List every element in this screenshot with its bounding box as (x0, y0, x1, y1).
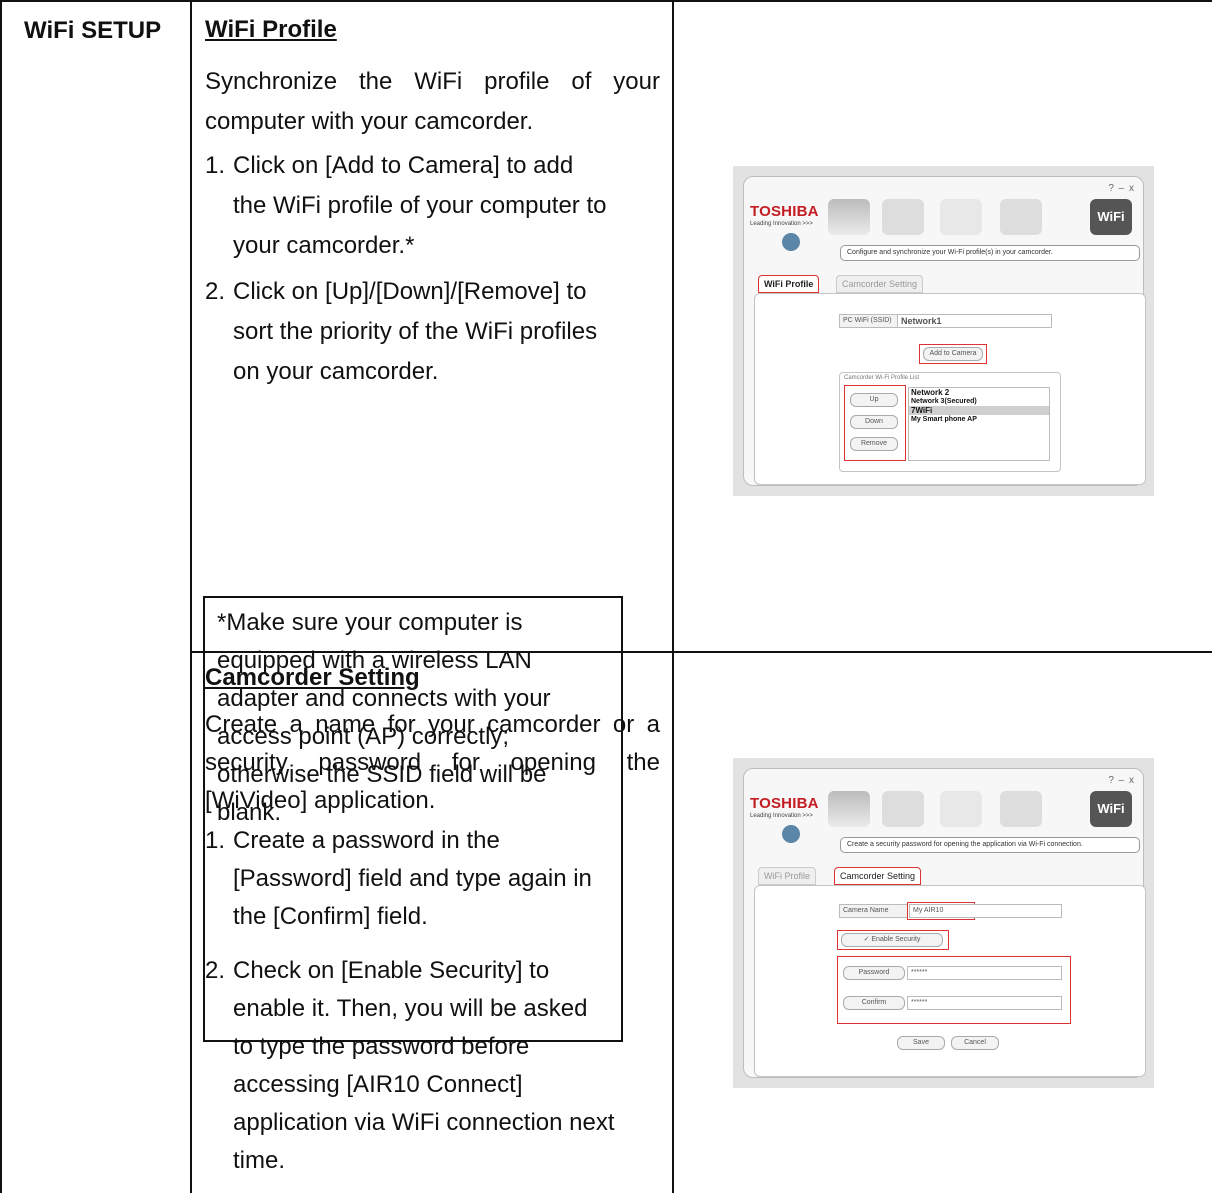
brand-logo: TOSHIBA (750, 795, 819, 812)
confirm-input[interactable]: ****** (907, 996, 1062, 1010)
account-setup-icon[interactable] (1000, 199, 1042, 235)
tab-wifi-profile[interactable]: WiFi Profile (758, 275, 820, 293)
step-line: Check on [Enable Security] to (233, 957, 550, 984)
column-divider-1 (190, 0, 192, 1193)
step-2-camcorder-setting: 2. Check on [Enable Security] to enable i… (205, 952, 615, 1180)
step-line: Click on [Up]/[Down]/[Remove] to (233, 278, 587, 305)
password-label: Password (843, 966, 905, 980)
step-line: Create a password in the (233, 827, 500, 854)
note-line: *Make sure your computer is (217, 609, 523, 636)
enable-security-checkbox[interactable]: ✓ Enable Security (841, 933, 943, 947)
wifi-setup-icon[interactable]: WiFi (1090, 199, 1132, 235)
step-line: accessing [AIR10 Connect] (233, 1071, 523, 1098)
brand-logo: TOSHIBA (750, 203, 819, 220)
password-input[interactable]: ****** (907, 966, 1062, 980)
confirm-label: Confirm (843, 996, 905, 1010)
edit-icon[interactable] (882, 791, 924, 827)
camcorder-setting-screenshot: ? – x TOSHIBA Leading Innovation >>> WiF… (733, 758, 1154, 1088)
step-line: Click on [Add to Camera] to add (233, 152, 574, 179)
brand-tagline: Leading Innovation >>> (750, 221, 813, 227)
account-setup-icon[interactable] (1000, 791, 1042, 827)
window-controls: ? – x (1108, 775, 1135, 786)
pc-ssid-label: PC WiFi (SSID) (839, 314, 900, 328)
remove-button[interactable]: Remove (850, 437, 898, 451)
profile-item-selected[interactable]: 7WiFi (909, 406, 1049, 415)
table-top-border (0, 0, 1212, 2)
camera-name-input[interactable]: My AIR10 (909, 904, 1062, 918)
step-line: time. (233, 1147, 286, 1174)
step-line: your camcorder.* (233, 232, 415, 259)
app-window: ? – x TOSHIBA Leading Innovation >>> WiF… (743, 176, 1146, 486)
section-title-camcorder-setting: Camcorder Setting (205, 664, 420, 691)
description-bar: Create a security password for opening t… (840, 837, 1140, 853)
brand-tagline: Leading Innovation >>> (750, 813, 813, 819)
down-button[interactable]: Down (850, 415, 898, 429)
step-number: 1. (205, 152, 226, 179)
pc-ssid-value: Network1 (897, 314, 1052, 328)
cancel-button[interactable]: Cancel (951, 1036, 999, 1050)
step-line: application via WiFi connection next (233, 1109, 615, 1136)
step-2-wifi-profile: 2. Click on [Up]/[Down]/[Remove] to sort … (205, 272, 597, 392)
camera-name-label: Camera Name (839, 904, 908, 918)
transfer-icon[interactable] (828, 199, 870, 235)
step-line: the WiFi profile of your computer to (233, 192, 607, 219)
profile-item[interactable]: Network 3(Secured) (909, 397, 1049, 406)
share-icon[interactable] (940, 199, 982, 235)
wifi-profile-screenshot: ? – x TOSHIBA Leading Innovation >>> WiF… (733, 166, 1154, 496)
section-intro-wifi-profile: Synchronize the WiFi profile of your com… (205, 68, 660, 135)
step-line: the [Confirm] field. (233, 903, 428, 930)
column-divider-2 (672, 0, 674, 1193)
step-line: [Password] field and type again in (233, 865, 592, 892)
step-number: 1. (205, 827, 226, 854)
tab-wifi-profile[interactable]: WiFi Profile (758, 867, 817, 885)
table-left-border (0, 0, 2, 1193)
wifi-setup-icon[interactable]: WiFi (1090, 791, 1132, 827)
step-number: 2. (205, 957, 226, 984)
profile-list-label: Camcorder Wi-Fi Profile List (844, 375, 920, 381)
step-line: enable it. Then, you will be asked (233, 995, 588, 1022)
step-1-wifi-profile: 1. Click on [Add to Camera] to add the Wi… (205, 146, 606, 266)
app-window: ? – x TOSHIBA Leading Innovation >>> WiF… (743, 768, 1146, 1078)
window-controls: ? – x (1108, 183, 1135, 194)
save-button[interactable]: Save (897, 1036, 945, 1050)
settings-panel: Camera Name My AIR10 ✓ Enable Security P… (754, 885, 1146, 1077)
description-bar: Configure and synchronize your Wi-Fi pro… (840, 245, 1140, 261)
category-label: WiFi SETUP (24, 17, 162, 44)
section-intro-camcorder-setting: Create a name for your camcorder or a se… (205, 711, 660, 814)
profile-list[interactable]: Network 2 Network 3(Secured) 7WiFi My Sm… (908, 387, 1050, 461)
transfer-icon[interactable] (828, 791, 870, 827)
network-format-icon (782, 233, 800, 251)
step-line: on your camcorder. (233, 358, 439, 385)
profile-panel: PC WiFi (SSID) Network1 Add to Camera Ca… (754, 293, 1146, 485)
profile-item[interactable]: Network 2 (909, 388, 1049, 397)
enable-security-label: Enable Security (871, 936, 921, 943)
edit-icon[interactable] (882, 199, 924, 235)
profile-item[interactable]: My Smart phone AP (909, 415, 1049, 424)
tab-camcorder-setting[interactable]: Camcorder Setting (834, 867, 922, 885)
up-button[interactable]: Up (850, 393, 898, 407)
add-to-camera-button[interactable]: Add to Camera (923, 347, 983, 361)
step-1-camcorder-setting: 1. Create a password in the [Password] fi… (205, 822, 592, 936)
step-number: 2. (205, 278, 226, 305)
network-format-icon (782, 825, 800, 843)
profile-list-panel: Camcorder Wi-Fi Profile List Up Down Rem… (839, 372, 1061, 472)
step-line: sort the priority of the WiFi profiles (233, 318, 598, 345)
tab-camcorder-setting[interactable]: Camcorder Setting (836, 275, 924, 293)
section-title-wifi-profile: WiFi Profile (205, 16, 337, 43)
step-line: to type the password before (233, 1033, 530, 1060)
share-icon[interactable] (940, 791, 982, 827)
